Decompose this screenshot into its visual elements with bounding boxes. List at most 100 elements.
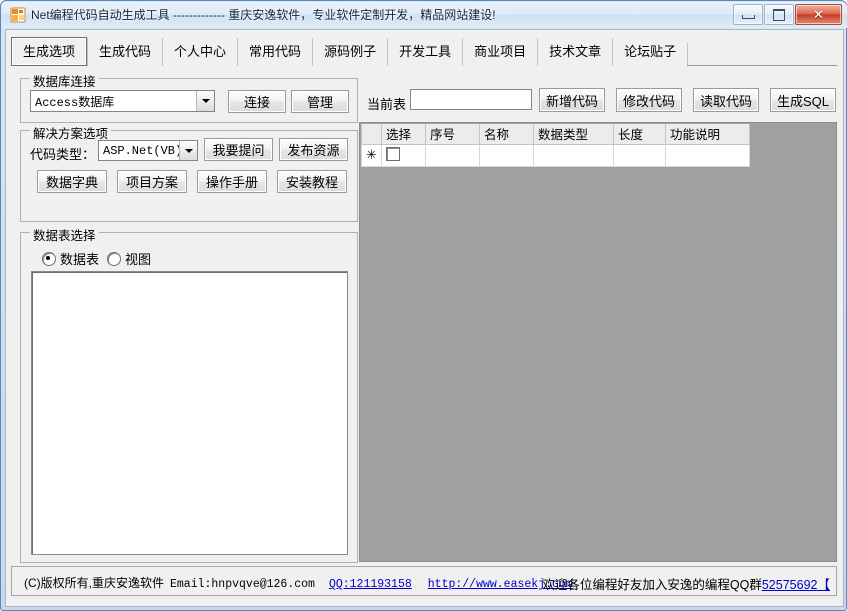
cell-datatype[interactable] <box>533 143 614 167</box>
publish-resource-button-label: 发布资源 <box>287 143 340 158</box>
column-description[interactable]: 功能说明 <box>665 124 750 145</box>
radio-data-table-indicator <box>42 251 56 266</box>
window-controls: ✕ <box>733 4 842 25</box>
qq-link[interactable]: QQ:121193158 <box>329 578 412 591</box>
qq-group-link[interactable]: 52575692 <box>762 578 818 592</box>
tab-generate-options[interactable]: 生成选项 <box>11 37 88 66</box>
read-code-button[interactable]: 读取代码 <box>693 88 759 112</box>
tab-dev-tools[interactable]: 开发工具 <box>387 38 463 66</box>
operation-manual-button[interactable]: 操作手册 <box>197 170 267 193</box>
current-table-label: 当前表 <box>367 97 407 112</box>
tab-source-examples[interactable]: 源码例子 <box>312 38 388 66</box>
project-plan-button-label: 项目方案 <box>125 175 178 190</box>
radio-data-table[interactable]: 数据表 <box>42 249 99 268</box>
field-table-head: 选择 序号 名称 数据类型 长度 功能说明 <box>361 124 750 145</box>
code-type-value: ASP.Net(VB) <box>103 143 179 158</box>
welcome-text: 欢迎各位编程好友加入安逸的编程QQ群 <box>542 578 762 592</box>
tab-label: 技术文章 <box>549 44 602 59</box>
qq-group-bracket: 【 <box>817 578 830 592</box>
grid-panel: 选择 序号 名称 数据类型 长度 功能说明 ✳ <box>359 122 837 562</box>
database-type-value: Access数据库 <box>35 95 115 110</box>
close-icon: ✕ <box>813 7 824 22</box>
chevron-down-icon[interactable] <box>179 141 197 160</box>
email-text: Email:hnpvqve@126.com <box>170 578 315 591</box>
tab-label: 常用代码 <box>249 44 302 59</box>
chevron-down-icon[interactable] <box>196 91 214 111</box>
tab-label: 论坛贴子 <box>624 44 677 59</box>
database-connection-group-title: 数据库连接 <box>30 71 99 90</box>
column-select[interactable]: 选择 <box>381 124 426 145</box>
tab-label: 生成选项 <box>23 44 76 59</box>
tab-label: 商业项目 <box>474 44 527 59</box>
code-type-combobox[interactable]: ASP.Net(VB) <box>98 140 198 161</box>
column-index[interactable]: 序号 <box>425 124 480 145</box>
add-code-button-label: 新增代码 <box>545 93 598 109</box>
maximize-icon <box>765 5 793 24</box>
column-length[interactable]: 长度 <box>613 124 666 145</box>
field-data-grid[interactable]: 选择 序号 名称 数据类型 长度 功能说明 ✳ <box>361 124 750 167</box>
data-dictionary-button-label: 数据字典 <box>45 175 98 190</box>
tab-common-code[interactable]: 常用代码 <box>237 38 313 66</box>
new-row-marker: ✳ <box>361 143 382 167</box>
window-title: Net编程代码自动生成工具 ------------- 重庆安逸软件，专业软件定… <box>31 8 496 22</box>
operation-manual-button-label: 操作手册 <box>205 175 258 190</box>
cell-description[interactable] <box>665 143 750 167</box>
cell-select[interactable] <box>381 143 426 167</box>
application-window: Net编程代码自动生成工具 ------------- 重庆安逸软件，专业软件定… <box>0 0 847 611</box>
minimize-button[interactable] <box>733 4 763 25</box>
tab-label: 开发工具 <box>399 44 452 59</box>
radio-data-table-label: 数据表 <box>60 252 100 267</box>
ask-question-button[interactable]: 我要提问 <box>204 138 273 161</box>
install-tutorial-button[interactable]: 安装教程 <box>277 170 347 193</box>
publish-resource-button[interactable]: 发布资源 <box>279 138 348 161</box>
row-header-column <box>361 124 382 145</box>
tab-label: 生成代码 <box>99 44 152 59</box>
add-code-button[interactable]: 新增代码 <box>539 88 605 112</box>
cell-index[interactable] <box>425 143 480 167</box>
read-code-button-label: 读取代码 <box>699 93 752 109</box>
app-icon <box>10 7 26 23</box>
table-header-row: 选择 序号 名称 数据类型 长度 功能说明 <box>361 124 750 145</box>
code-type-label: 代码类型： <box>30 147 96 162</box>
column-datatype[interactable]: 数据类型 <box>533 124 614 145</box>
tab-tech-articles[interactable]: 技术文章 <box>537 38 613 66</box>
radio-view[interactable]: 视图 <box>107 249 151 268</box>
table-row[interactable]: ✳ <box>361 143 750 167</box>
modify-code-button[interactable]: 修改代码 <box>616 88 682 112</box>
tab-label: 个人中心 <box>174 44 227 59</box>
table-selection-group-title: 数据表选择 <box>30 225 99 244</box>
asterisk-icon: ✳ <box>366 147 377 162</box>
radio-view-indicator <box>107 251 121 266</box>
title-bar: Net编程代码自动生成工具 ------------- 重庆安逸软件，专业软件定… <box>2 2 847 28</box>
cell-name[interactable] <box>479 143 534 167</box>
data-dictionary-button[interactable]: 数据字典 <box>37 170 107 193</box>
row-checkbox[interactable] <box>386 146 400 161</box>
column-name[interactable]: 名称 <box>479 124 534 145</box>
tab-generate-code[interactable]: 生成代码 <box>87 38 163 66</box>
maximize-button[interactable] <box>764 4 794 25</box>
install-tutorial-button-label: 安装教程 <box>285 175 338 190</box>
status-bar: (C)版权所有,重庆安逸软件 Email:hnpvqve@126.com QQ:12… <box>11 566 837 596</box>
modify-code-button-label: 修改代码 <box>622 93 675 109</box>
current-table-input[interactable] <box>410 89 532 110</box>
ask-question-button-label: 我要提问 <box>212 143 265 158</box>
tab-personal-center[interactable]: 个人中心 <box>162 38 238 66</box>
project-plan-button[interactable]: 项目方案 <box>117 170 187 193</box>
close-button[interactable]: ✕ <box>795 4 842 25</box>
client-area: 生成选项 生成代码 个人中心 常用代码 源码例子 开发工具 商业项目 技术文章 … <box>5 29 844 607</box>
tab-label: 源码例子 <box>324 44 377 59</box>
generate-sql-button[interactable]: 生成SQL <box>770 88 836 112</box>
status-right: 欢迎各位编程好友加入安逸的编程QQ群52575692【 <box>542 574 830 593</box>
manage-button[interactable]: 管理 <box>291 90 349 113</box>
generate-sql-button-label: 生成SQL <box>776 93 829 109</box>
database-type-combobox[interactable]: Access数据库 <box>30 90 215 112</box>
field-table: 选择 序号 名称 数据类型 长度 功能说明 ✳ <box>361 124 750 167</box>
tab-commercial-projects[interactable]: 商业项目 <box>462 38 538 66</box>
table-list[interactable] <box>31 271 348 555</box>
field-table-body: ✳ <box>361 143 750 167</box>
tab-forum-posts[interactable]: 论坛贴子 <box>612 38 688 66</box>
connect-button-label: 连接 <box>243 95 270 110</box>
connect-button[interactable]: 连接 <box>228 90 286 113</box>
cell-length[interactable] <box>613 143 666 167</box>
radio-view-label: 视图 <box>125 252 152 267</box>
